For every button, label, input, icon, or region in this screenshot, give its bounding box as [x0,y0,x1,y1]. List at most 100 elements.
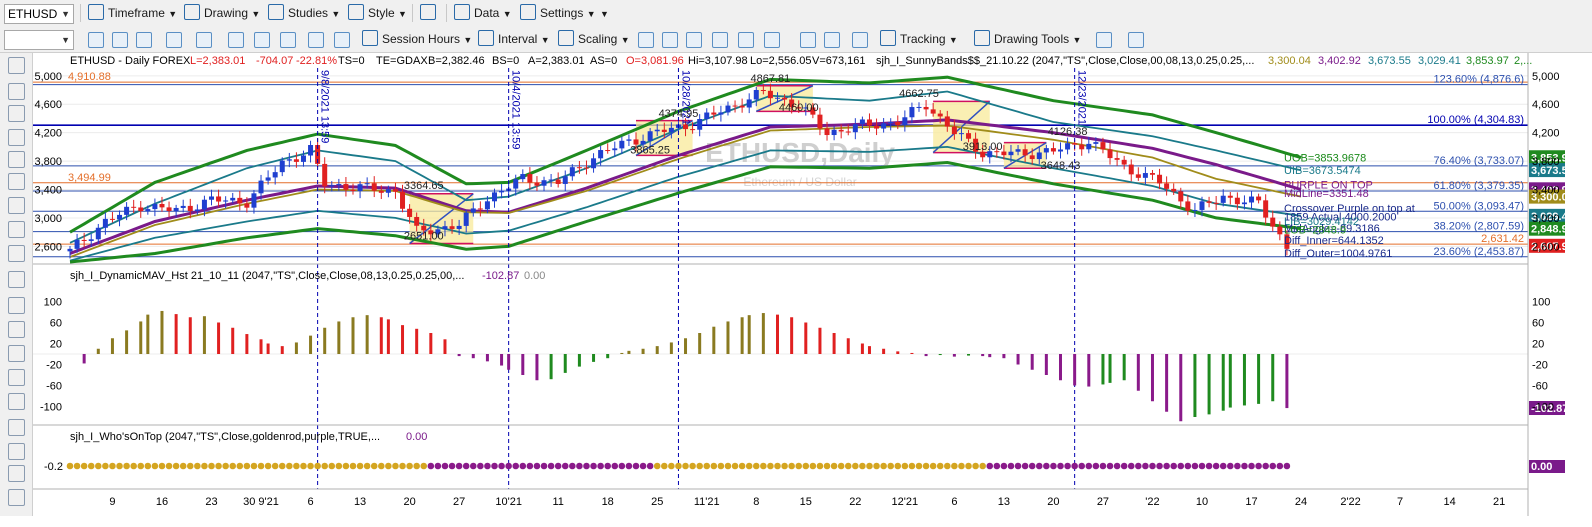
whosontop-dot [116,462,123,470]
candle-body [364,183,370,185]
whosontop-dot [378,462,385,470]
header-study: sjh_I_SunnyBands$$_21.10.22 (2047,"TS",C… [876,55,1254,67]
price-annotation: 4867.81 [751,73,791,85]
whosontop-dot [922,462,930,470]
whosontop-dot [491,462,498,470]
candle-body [1178,191,1184,202]
header-title: ETHUSD - Daily FOREX [70,55,191,67]
whosontop-dot [576,462,583,470]
histogram-tick-left: 20 [50,339,62,351]
candle-body [1164,183,1170,189]
header-volume: V=673,161 [812,55,866,67]
whosontop-value: 0.00 [406,431,427,443]
candle-body [230,197,236,201]
candle-body [881,123,887,129]
whosontop-dot [887,462,894,470]
whosontop-dot [314,462,321,470]
candle-body [223,200,229,202]
whosontop-dot [498,462,505,470]
whosontop-dot [569,462,576,470]
whosontop-dot [554,462,562,470]
whosontop-dot [201,462,208,470]
candle-body [173,207,179,212]
date-tick-label: 23 [205,496,217,508]
candle-body [109,218,115,220]
candle-body [966,133,972,139]
whosontop-dot [293,462,300,470]
candle-body [1249,196,1255,203]
candle-body [216,196,222,202]
whosontop-dot [901,462,909,470]
candle-body [909,107,915,118]
orange-level-label: 2,631.42 [1481,233,1524,245]
whosontop-dot [455,462,463,470]
date-tick-label: 9 [109,496,115,508]
candle-body [492,192,497,202]
candle-body [67,248,73,252]
candle-body [725,105,731,113]
sunny-band-label: Diff_Inner=644.1352 [1284,235,1384,247]
whosontop-dot [229,462,237,470]
whosontop-dot [406,462,413,470]
price-tick-left: 5,000 [34,71,62,83]
candle-body [1065,143,1071,150]
candle-body [1157,174,1163,184]
chart-area[interactable]: ETHUSD,Daily Ethereum / US Dollar 9/8/20… [0,0,1592,527]
histogram-tick-right: -20 [1532,360,1548,372]
whosontop-dot [859,462,866,470]
whosontop-dot [1106,462,1114,470]
price-annotation: 4126.38 [1048,126,1088,138]
whosontop-dot [738,462,746,470]
candle-body [187,205,193,212]
candle-body [279,160,285,173]
whosontop-dot [703,462,711,470]
whosontop-dot [561,462,569,470]
candle-body [605,150,611,152]
whosontop-dot [1142,462,1149,470]
candle-body [1171,188,1177,192]
whosontop-dot [264,462,272,470]
candle-body [1149,173,1155,175]
candle-body [718,112,724,115]
whosontop-dot [1149,462,1156,470]
header-value-1: 3,300.04 [1268,55,1311,67]
whosontop-dot [547,462,555,470]
candle-body [944,116,950,127]
whosontop-dot [448,462,456,470]
whosontop-dot [1028,462,1036,470]
date-tick-label: 6 [307,496,313,508]
whosontop-dot [519,462,527,470]
whosontop-dot [165,462,173,470]
price-tick-right: 4,600 [1532,99,1560,111]
date-tick-label: 18 [602,496,614,508]
date-tick-label: 8 [753,496,759,508]
whosontop-dot [222,462,229,470]
whosontop-dot [795,462,803,470]
candle-body [951,126,957,135]
fib-label: 76.40% (3,733.07) [1433,155,1524,167]
candle-body [131,206,137,208]
price-tick-left: 4,600 [34,99,62,111]
whosontop-dot [208,462,215,470]
whosontop-title: sjh_I_Who'sOnTop (2047,"TS",Close,golden… [70,431,380,443]
whosontop-dot [321,462,329,470]
whosontop-dot [894,462,902,470]
candle-body [746,99,752,108]
whosontop-dot [1241,462,1248,470]
candle-body [859,119,865,125]
whosontop-dot [767,462,774,470]
whosontop-dot [1276,462,1284,470]
whosontop-dot [533,462,541,470]
whosontop-tag-text: 0.00 [1531,461,1552,473]
header-low: Lo=2,556.05 [750,55,811,67]
whosontop-dot [1092,462,1100,470]
whosontop-dot [1170,462,1177,470]
whosontop-dot [618,462,626,470]
candle-body [124,206,130,215]
whosontop-dot [752,462,760,470]
candle-body [1220,195,1226,203]
price-annotation: 3364.65 [404,180,444,192]
candle-body [442,226,448,230]
whosontop-dot [1191,462,1199,470]
candle-body [845,131,851,133]
